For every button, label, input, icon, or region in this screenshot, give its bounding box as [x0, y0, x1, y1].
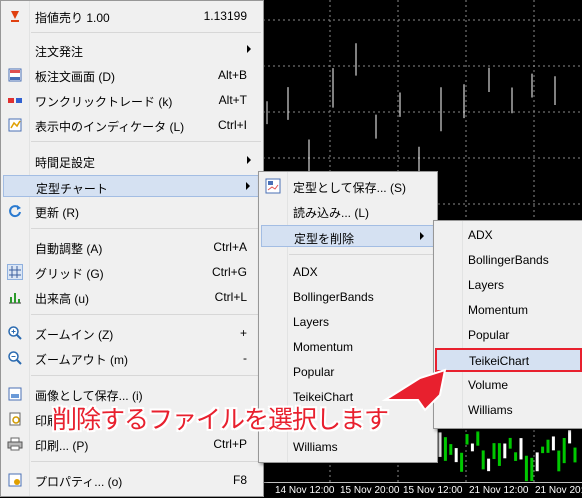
annotation-text: 削除するファイルを選択します: [52, 405, 389, 434]
